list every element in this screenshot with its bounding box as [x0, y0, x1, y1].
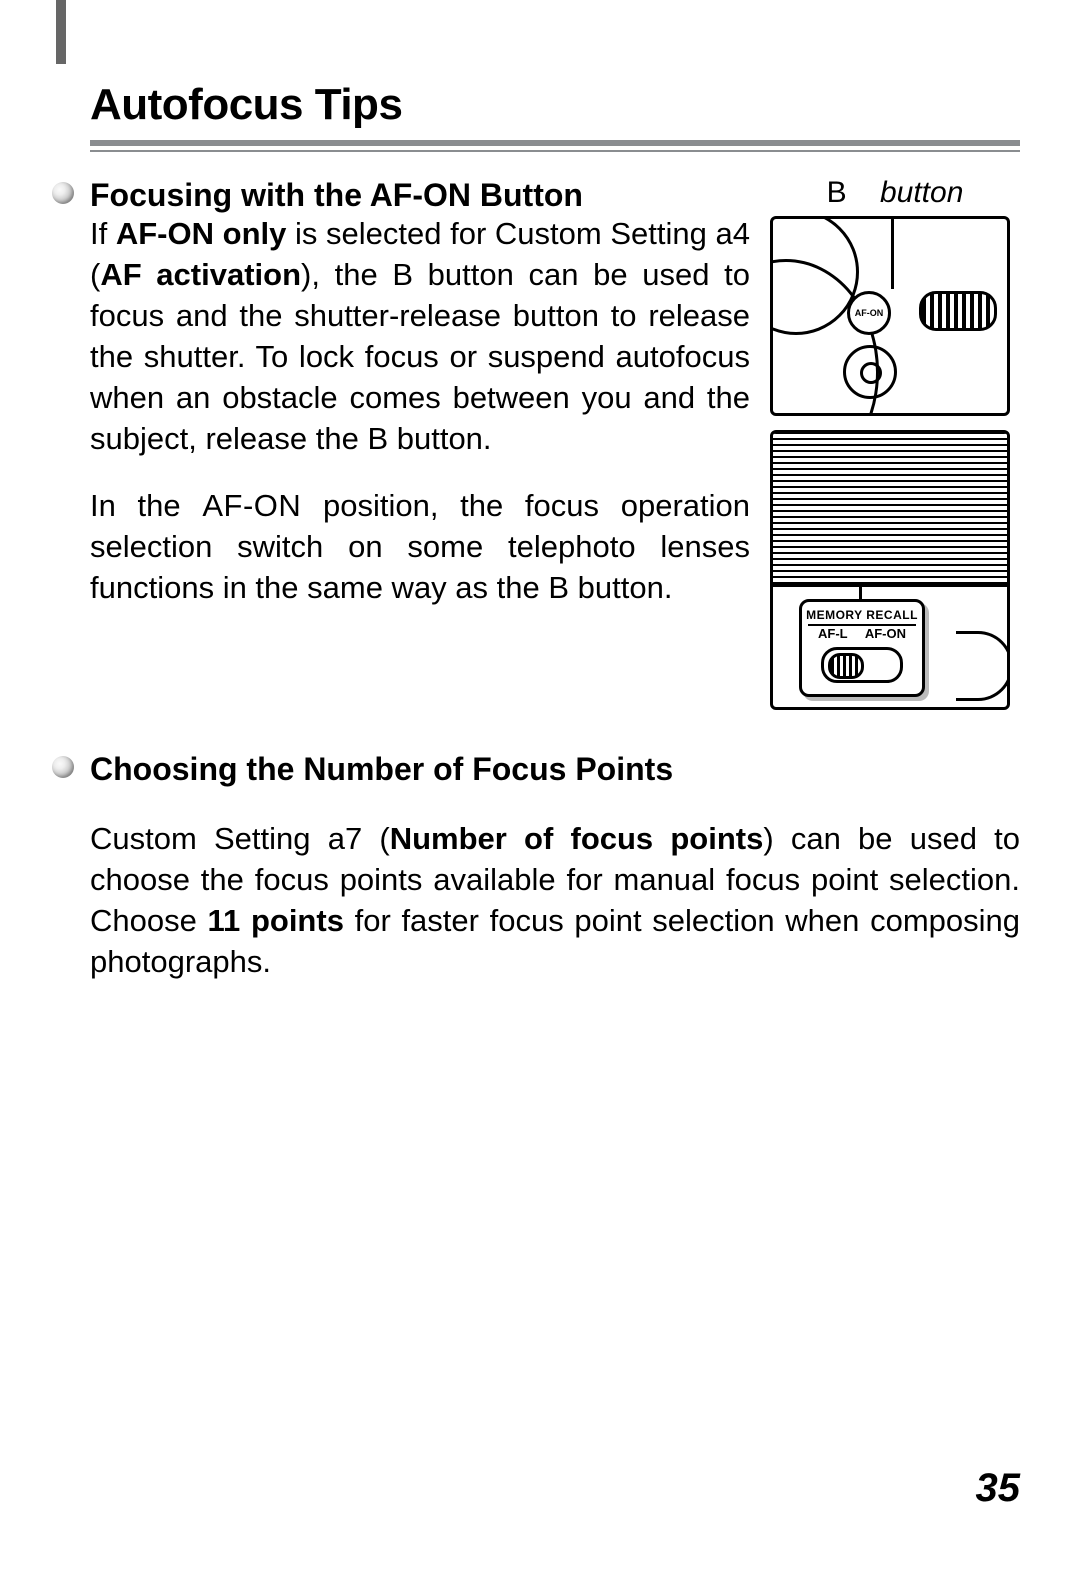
- section2-para: Custom Setting a7 (Number of focus point…: [90, 819, 1020, 983]
- focus-switch-callout: MEMORY RECALL AF-L AF-ON: [799, 599, 925, 697]
- lens-switch-illustration: MEMORY RECALL AF-L AF-ON: [770, 430, 1010, 710]
- section1-text: Focusing with the AF-ON Button If AF-ON …: [90, 176, 750, 710]
- section-af-on: Focusing with the AF-ON Button If AF-ON …: [50, 176, 1020, 710]
- multi-selector-icon: [843, 345, 897, 399]
- section-focus-points: Choosing the Number of Focus Points Cust…: [50, 750, 1020, 983]
- slider-switch-icon: [821, 647, 903, 683]
- section1-para1: If AF-ON only is selected for Custom Set…: [90, 214, 750, 459]
- section1-para2: In the AF-ON position, the focus operati…: [90, 486, 750, 609]
- switch-label-top: MEMORY RECALL: [802, 602, 922, 622]
- switch-label-left: AF-L: [818, 626, 848, 641]
- crop-mark: [56, 0, 66, 64]
- manual-page: Autofocus Tips Focusing with the AF-ON B…: [0, 0, 1080, 1571]
- command-dial-icon: [919, 291, 997, 331]
- bullet-icon: [52, 182, 74, 204]
- pointer-line-icon: [891, 219, 894, 289]
- title-rule: [90, 140, 1020, 152]
- camera-back-illustration: AF-ON: [770, 216, 1010, 416]
- bullet-icon: [52, 756, 74, 778]
- figure-column: B button AF-ON MEMORY RECALL: [770, 176, 1020, 710]
- title-block: Autofocus Tips: [50, 0, 1020, 152]
- section1-heading: Focusing with the AF-ON Button: [90, 176, 750, 214]
- switch-label-right: AF-ON: [865, 626, 906, 641]
- af-on-button-icon: AF-ON: [847, 291, 891, 335]
- grip-icon: [956, 631, 1010, 701]
- figure-label: B button: [770, 176, 1020, 210]
- lens-barrel-icon: [773, 433, 1007, 587]
- page-title: Autofocus Tips: [90, 80, 1020, 130]
- section2-heading: Choosing the Number of Focus Points: [90, 750, 1020, 788]
- page-number: 35: [976, 1466, 1021, 1511]
